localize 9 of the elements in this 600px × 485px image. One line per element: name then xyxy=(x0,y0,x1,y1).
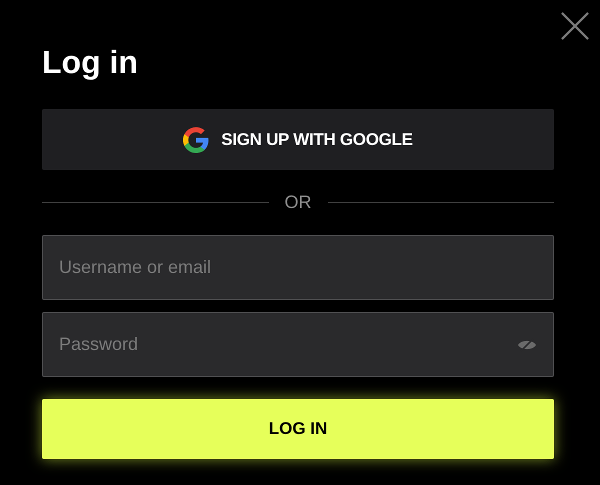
close-icon[interactable] xyxy=(561,12,589,40)
divider-label: OR xyxy=(284,192,312,213)
google-icon xyxy=(183,126,210,152)
password-field[interactable]: Password xyxy=(42,312,554,377)
hidden-eye-icon[interactable] xyxy=(517,338,537,352)
login-button[interactable]: LOG IN xyxy=(42,399,554,459)
google-signup-button[interactable]: SIGN UP WITH GOOGLE xyxy=(42,109,554,170)
dialog-title: Log in xyxy=(42,43,139,82)
username-field[interactable]: Username or email xyxy=(42,235,554,300)
